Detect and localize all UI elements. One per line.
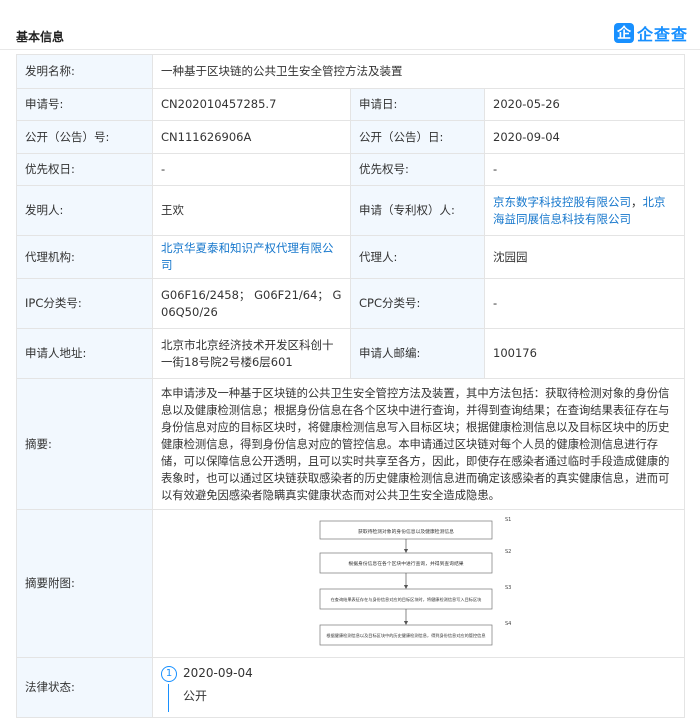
row-address: 申请人地址: 北京市北京经济技术开发区科创十一街18号院2号楼6层601 申请人… — [16, 328, 686, 379]
agent-label: 代理人: — [350, 235, 485, 279]
applicant-link-1[interactable]: 京东数字科技控股有限公司 — [493, 195, 631, 209]
row-inventor: 发明人: 王欢 申请（专利权）人: 京东数字科技控股有限公司，北京海益同展信息科… — [16, 185, 686, 236]
flow-step-1-id: S1 — [505, 517, 511, 523]
row-abstract: 摘要: 本申请涉及一种基于区块链的公共卫生安全管控方法及装置，其中方法包括：获取… — [16, 378, 686, 510]
applicant-value: 京东数字科技控股有限公司，北京海益同展信息科技有限公司 — [483, 185, 686, 236]
row-agency: 代理机构: 北京华夏泰和知识产权代理有限公司 代理人: 沈园园 — [16, 235, 686, 279]
ipc-value: G06F16/2458； G06F21/64； G06Q50/26 — [152, 278, 351, 329]
cpc-label: CPC分类号: — [350, 278, 485, 329]
row-legal-status: 法律状态: 1 2020-09-04 公开 — [16, 657, 686, 718]
flow-step-3-id: S3 — [505, 585, 511, 591]
cpc-value: - — [483, 278, 686, 329]
agency-label: 代理机构: — [16, 235, 153, 279]
priority-date-label: 优先权日: — [16, 153, 153, 186]
applicant-separator: ， — [631, 194, 643, 209]
postcode-label: 申请人邮编: — [350, 328, 485, 379]
row-title: 发明名称: 一种基于区块链的公共卫生安全管控方法及装置 — [16, 54, 686, 89]
row-application: 申请号: CN202010457285.7 申请日: 2020-05-26 — [16, 88, 686, 121]
priority-no-value: - — [483, 153, 686, 186]
title-label: 发明名称: — [16, 54, 153, 89]
legal-date: 2020-09-04 — [183, 666, 253, 680]
address-value: 北京市北京经济技术开发区科创十一街18号院2号楼6层601 — [152, 328, 351, 379]
logo-icon: 企 — [613, 23, 634, 43]
row-ipc: IPC分类号: G06F16/2458； G06F21/64； G06Q50/2… — [16, 278, 686, 329]
flow-step-4-id: S4 — [505, 621, 511, 627]
section-header: 基本信息 企 企查查 — [0, 0, 700, 50]
pub-date-value: 2020-09-04 — [483, 120, 686, 154]
patent-info-page: 基本信息 企 企查查 发明名称: 一种基于区块链的公共卫生安全管控方法及装置 申… — [0, 0, 700, 726]
patent-info-table: 发明名称: 一种基于区块链的公共卫生安全管控方法及装置 申请号: CN20201… — [16, 54, 686, 718]
legal-index-badge: 1 — [161, 666, 177, 682]
flow-step-1-text: 获取待检测对象的身份信息以及健康检测信息 — [358, 528, 454, 535]
agent-value: 沈园园 — [483, 235, 686, 279]
title-value: 一种基于区块链的公共卫生安全管控方法及装置 — [151, 54, 686, 89]
flow-step-4-text: 根据健康检测信息以及目标区块中的历史健康检测信息，得到身份信息对应的管控信息 — [326, 632, 485, 639]
postcode-value: 100176 — [483, 328, 686, 379]
flow-step-3-text: 在查询结果表征存在与身份信息对应的目标区块时，将健康检测信息写入目标区块 — [331, 596, 483, 603]
pub-date-label: 公开（公告）日: — [350, 120, 485, 154]
app-no-label: 申请号: — [16, 88, 153, 121]
flow-step-2: 根据身份信息在各个区块中进行查询，并得到查询结果 S2 — [319, 549, 511, 573]
legal-label: 法律状态: — [16, 657, 153, 718]
figure-label: 摘要附图: — [16, 509, 153, 658]
flow-step-1: 获取待检测对象的身份信息以及健康检测信息 S1 — [319, 517, 511, 539]
inventor-value: 王欢 — [152, 185, 351, 236]
app-no-value: CN202010457285.7 — [152, 88, 351, 121]
qichacha-logo[interactable]: 企 企查查 — [613, 22, 688, 44]
flow-step-3: 在查询结果表征存在与身份信息对应的目标区块时，将健康检测信息写入目标区块 S3 — [319, 585, 511, 609]
ipc-label: IPC分类号: — [16, 278, 153, 329]
section-title: 基本信息 — [16, 30, 65, 44]
app-date-label: 申请日: — [350, 88, 485, 121]
pub-no-label: 公开（公告）号: — [16, 120, 153, 154]
abstract-flowchart[interactable]: 获取待检测对象的身份信息以及健康检测信息 S1 根据身份信息在各个区块中进行查询… — [153, 511, 683, 657]
applicant-label: 申请（专利权）人: — [350, 185, 485, 236]
row-priority: 优先权日: - 优先权号: - — [16, 153, 686, 186]
inventor-label: 发明人: — [16, 185, 153, 236]
priority-no-label: 优先权号: — [350, 153, 485, 186]
row-figure: 摘要附图: 获取待检测对象的身份信息以及健康检测信息 S1 根据身份信息在各个区… — [16, 509, 686, 658]
abstract-label: 摘要: — [16, 378, 153, 510]
app-date-value: 2020-05-26 — [483, 88, 686, 121]
agency-link[interactable]: 北京华夏泰和知识产权代理有限公司 — [161, 241, 334, 272]
legal-status-cell: 1 2020-09-04 公开 — [151, 657, 686, 718]
flow-step-4: 根据健康检测信息以及目标区块中的历史健康检测信息，得到身份信息对应的管控信息 S… — [319, 621, 511, 645]
flow-step-2-text: 根据身份信息在各个区块中进行查询，并得到查询结果 — [348, 560, 463, 567]
abstract-value: 本申请涉及一种基于区块链的公共卫生安全管控方法及装置，其中方法包括：获取待检测对… — [151, 378, 686, 510]
flow-step-2-id: S2 — [505, 549, 511, 555]
logo-text: 企查查 — [636, 25, 688, 44]
pub-no-value: CN111626906A — [152, 120, 351, 154]
row-publication: 公开（公告）号: CN111626906A 公开（公告）日: 2020-09-0… — [16, 120, 686, 154]
address-label: 申请人地址: — [16, 328, 153, 379]
priority-date-value: - — [152, 153, 351, 186]
legal-status-text: 公开 — [183, 689, 208, 703]
figure-cell: 获取待检测对象的身份信息以及健康检测信息 S1 根据身份信息在各个区块中进行查询… — [151, 509, 686, 658]
timeline-line — [168, 684, 169, 712]
